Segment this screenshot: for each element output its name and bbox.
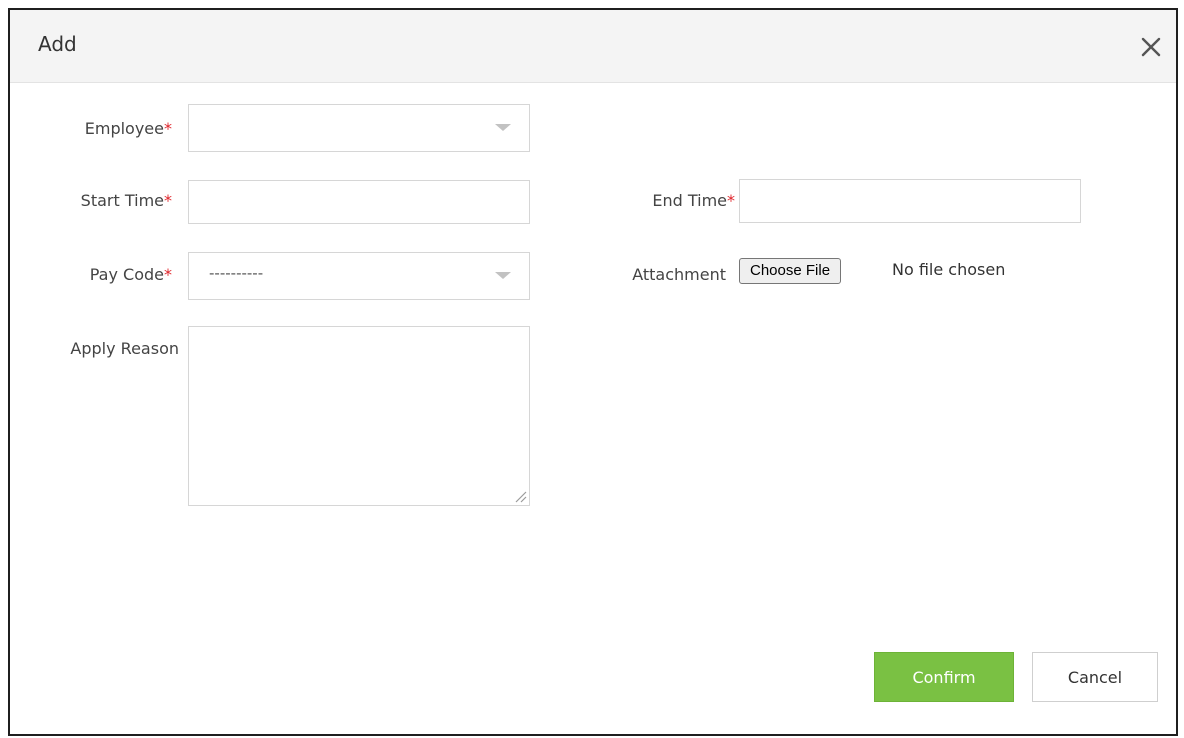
end-time-label: End Time*: [652, 191, 735, 210]
close-icon[interactable]: [1140, 36, 1162, 58]
pay-code-label: Pay Code*: [89, 265, 172, 284]
resize-grip-icon[interactable]: [513, 489, 527, 503]
cancel-button[interactable]: Cancel: [1032, 652, 1158, 702]
pay-code-select-value: ----------: [209, 264, 264, 282]
confirm-button[interactable]: Confirm: [874, 652, 1014, 702]
dialog-title: Add: [38, 32, 77, 56]
apply-reason-textarea[interactable]: [188, 326, 530, 506]
employee-select[interactable]: [188, 104, 530, 152]
start-time-input[interactable]: [188, 180, 530, 224]
end-time-input[interactable]: [739, 179, 1081, 223]
employee-label: Employee*: [84, 119, 172, 138]
add-dialog: Add Employee* Start Time* End Time* Pay …: [8, 8, 1178, 736]
pay-code-select[interactable]: ----------: [188, 252, 530, 300]
attachment-label: Attachment: [632, 265, 726, 284]
required-mark: *: [164, 119, 172, 138]
choose-file-button[interactable]: Choose File: [739, 258, 842, 284]
required-mark: *: [164, 265, 172, 284]
file-status-text: No file chosen: [892, 260, 1006, 279]
chevron-down-icon: [495, 124, 511, 131]
chevron-down-icon: [495, 272, 511, 279]
required-mark: *: [727, 191, 735, 210]
apply-reason-label: Apply Reason: [70, 339, 179, 358]
dialog-header: Add: [10, 10, 1176, 83]
required-mark: *: [164, 191, 172, 210]
start-time-label: Start Time*: [80, 191, 172, 210]
